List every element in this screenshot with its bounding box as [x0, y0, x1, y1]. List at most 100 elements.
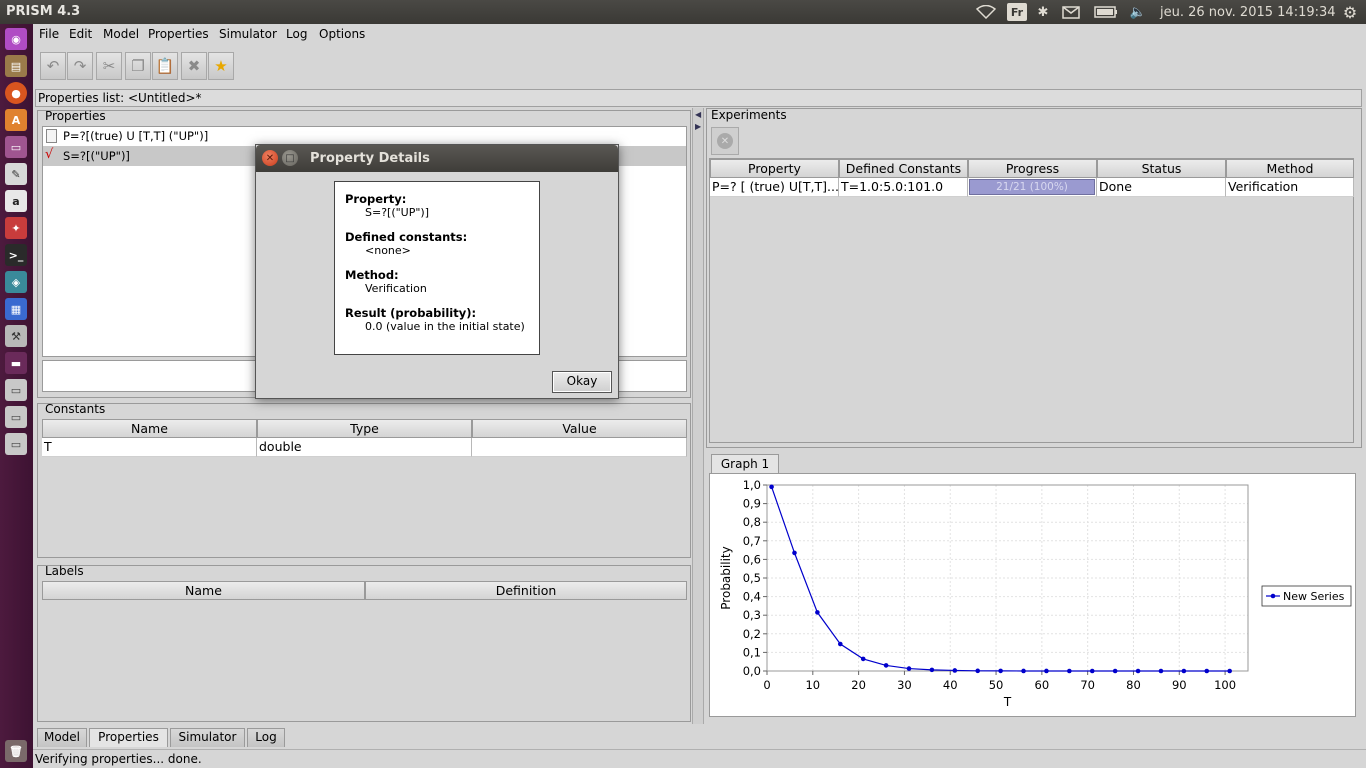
drive-icon[interactable]: ▭	[5, 406, 27, 428]
close-icon[interactable]: ✕	[262, 150, 278, 166]
redo-icon[interactable]: ↷	[67, 52, 93, 80]
settings-icon[interactable]: ✦	[5, 217, 27, 239]
exp-status-cell[interactable]: Done	[1097, 178, 1226, 197]
battery-icon[interactable]	[1093, 2, 1119, 22]
detail-property-value: S=?[("UP")]	[365, 206, 430, 219]
detail-result-label: Result (probability):	[345, 306, 477, 320]
sqrt-icon: √	[45, 147, 54, 162]
tab-properties[interactable]: Properties	[89, 728, 168, 747]
prism-icon[interactable]: ⚒	[5, 325, 27, 347]
text-editor-icon[interactable]: ✎	[5, 163, 27, 185]
x-tick-label: 90	[1172, 678, 1187, 692]
graph-tab[interactable]: Graph 1	[711, 454, 779, 474]
star-icon[interactable]: ★	[208, 52, 234, 80]
terminal-icon[interactable]: >_	[5, 244, 27, 266]
menu-simulator[interactable]: Simulator	[219, 27, 277, 41]
constant-name-cell[interactable]: T	[42, 438, 257, 457]
data-point	[1067, 668, 1072, 674]
stop-experiment-button[interactable]: ✕	[711, 127, 739, 155]
volume-icon[interactable]: 🔈	[1127, 2, 1149, 22]
menu-log[interactable]: Log	[286, 27, 307, 41]
data-point	[792, 550, 797, 556]
constant-type-cell[interactable]: double	[257, 438, 472, 457]
tab-model[interactable]: Model	[37, 728, 87, 747]
clock[interactable]: jeu. 26 nov. 2015 14:19:34	[1160, 2, 1336, 22]
tab-simulator[interactable]: Simulator	[170, 728, 245, 747]
menu-file[interactable]: File	[39, 27, 59, 41]
app-icon[interactable]: ▬	[5, 352, 27, 374]
bluetooth-icon[interactable]: ✱	[1035, 2, 1051, 22]
document-icon[interactable]: ▦	[5, 298, 27, 320]
properties-panel-title: Properties	[45, 109, 106, 123]
okay-button[interactable]: Okay	[552, 371, 612, 393]
exp-col-property[interactable]: Property	[710, 159, 839, 178]
exp-col-status[interactable]: Status	[1097, 159, 1226, 178]
copy-icon[interactable]: ❐	[125, 52, 151, 80]
menu-options[interactable]: Options	[319, 27, 365, 41]
amazon-icon[interactable]: a	[5, 190, 27, 212]
col-header-name[interactable]: Name	[42, 419, 257, 438]
menu-model[interactable]: Model	[103, 27, 139, 41]
col-header-value[interactable]: Value	[472, 419, 687, 438]
document-icon	[46, 129, 57, 143]
data-point	[1204, 668, 1210, 674]
software-center-icon[interactable]: A	[5, 109, 27, 131]
wifi-icon[interactable]	[974, 2, 998, 22]
detail-constants-value: <none>	[365, 244, 411, 257]
keyboard-layout-indicator[interactable]: Fr	[1007, 3, 1027, 21]
col-header-definition[interactable]: Definition	[365, 581, 687, 600]
progress-bar: 21/21 (100%)	[969, 179, 1095, 195]
y-tick-label: 0,9	[743, 497, 761, 511]
detail-result-value: 0.0 (value in the initial state)	[365, 320, 525, 333]
x-tick-label: 30	[897, 678, 912, 692]
files-icon[interactable]: ▤	[5, 55, 27, 77]
dash-icon[interactable]: ◉	[5, 28, 27, 50]
exp-property-cell[interactable]: P=? [ (true) U[T,T]...	[710, 178, 839, 197]
data-point	[1227, 668, 1232, 674]
x-tick-label: 50	[989, 678, 1004, 692]
data-point	[1044, 668, 1049, 674]
trash-icon[interactable]: 🗑	[5, 740, 27, 762]
property-details-box: Property: S=?[("UP")] Defined constants:…	[334, 181, 540, 355]
stop-icon: ✕	[717, 133, 733, 149]
col-header-name[interactable]: Name	[42, 581, 365, 600]
col-header-type[interactable]: Type	[257, 419, 472, 438]
network-icon[interactable]: ◈	[5, 271, 27, 293]
mail-icon[interactable]	[1060, 2, 1082, 22]
exp-col-progress[interactable]: Progress	[968, 159, 1097, 178]
labels-panel-title: Labels	[45, 564, 84, 578]
drive-icon[interactable]: ▭	[5, 379, 27, 401]
y-tick-label: 0,3	[743, 608, 761, 622]
split-pane-divider[interactable]: ◀ ▶	[692, 108, 704, 724]
window-icon[interactable]: ▭	[5, 136, 27, 158]
x-tick-label: 100	[1214, 678, 1236, 692]
firefox-icon[interactable]: ●	[5, 82, 27, 104]
settings-gear-icon[interactable]: ⚙	[1340, 2, 1360, 22]
experiments-panel-title: Experiments	[711, 108, 787, 122]
properties-list-title: Properties list: <Untitled>*	[35, 89, 1362, 107]
menu-edit[interactable]: Edit	[69, 27, 92, 41]
property-details-dialog: ✕ □ Property Details Property: S=?[("UP"…	[255, 144, 619, 399]
maximize-icon[interactable]: □	[282, 150, 298, 166]
cut-icon[interactable]: ✂	[96, 52, 122, 80]
y-tick-label: 0,5	[743, 571, 761, 585]
undo-icon[interactable]: ↶	[40, 52, 66, 80]
exp-col-method[interactable]: Method	[1226, 159, 1354, 178]
delete-icon[interactable]: ✖	[181, 52, 207, 80]
menu-properties[interactable]: Properties	[148, 27, 209, 41]
collapse-right-icon[interactable]: ▶	[695, 122, 701, 131]
constant-value-cell[interactable]	[472, 438, 687, 457]
dialog-title-bar[interactable]: ✕ □ Property Details	[256, 145, 618, 172]
drive-icon[interactable]: ▭	[5, 433, 27, 455]
detail-constants-label: Defined constants:	[345, 230, 468, 244]
x-tick-label: 20	[851, 678, 866, 692]
paste-icon[interactable]: 📋	[152, 52, 178, 80]
exp-constants-cell[interactable]: T=1.0:5.0:101.0	[839, 178, 968, 197]
exp-col-constants[interactable]: Defined Constants	[839, 159, 968, 178]
exp-progress-cell[interactable]: 21/21 (100%)	[968, 178, 1097, 197]
collapse-left-icon[interactable]: ◀	[695, 110, 701, 119]
tab-log[interactable]: Log	[247, 728, 285, 747]
exp-method-cell[interactable]: Verification	[1226, 178, 1354, 197]
data-point	[769, 484, 774, 490]
property-text: S=?[("UP")]	[63, 149, 130, 163]
